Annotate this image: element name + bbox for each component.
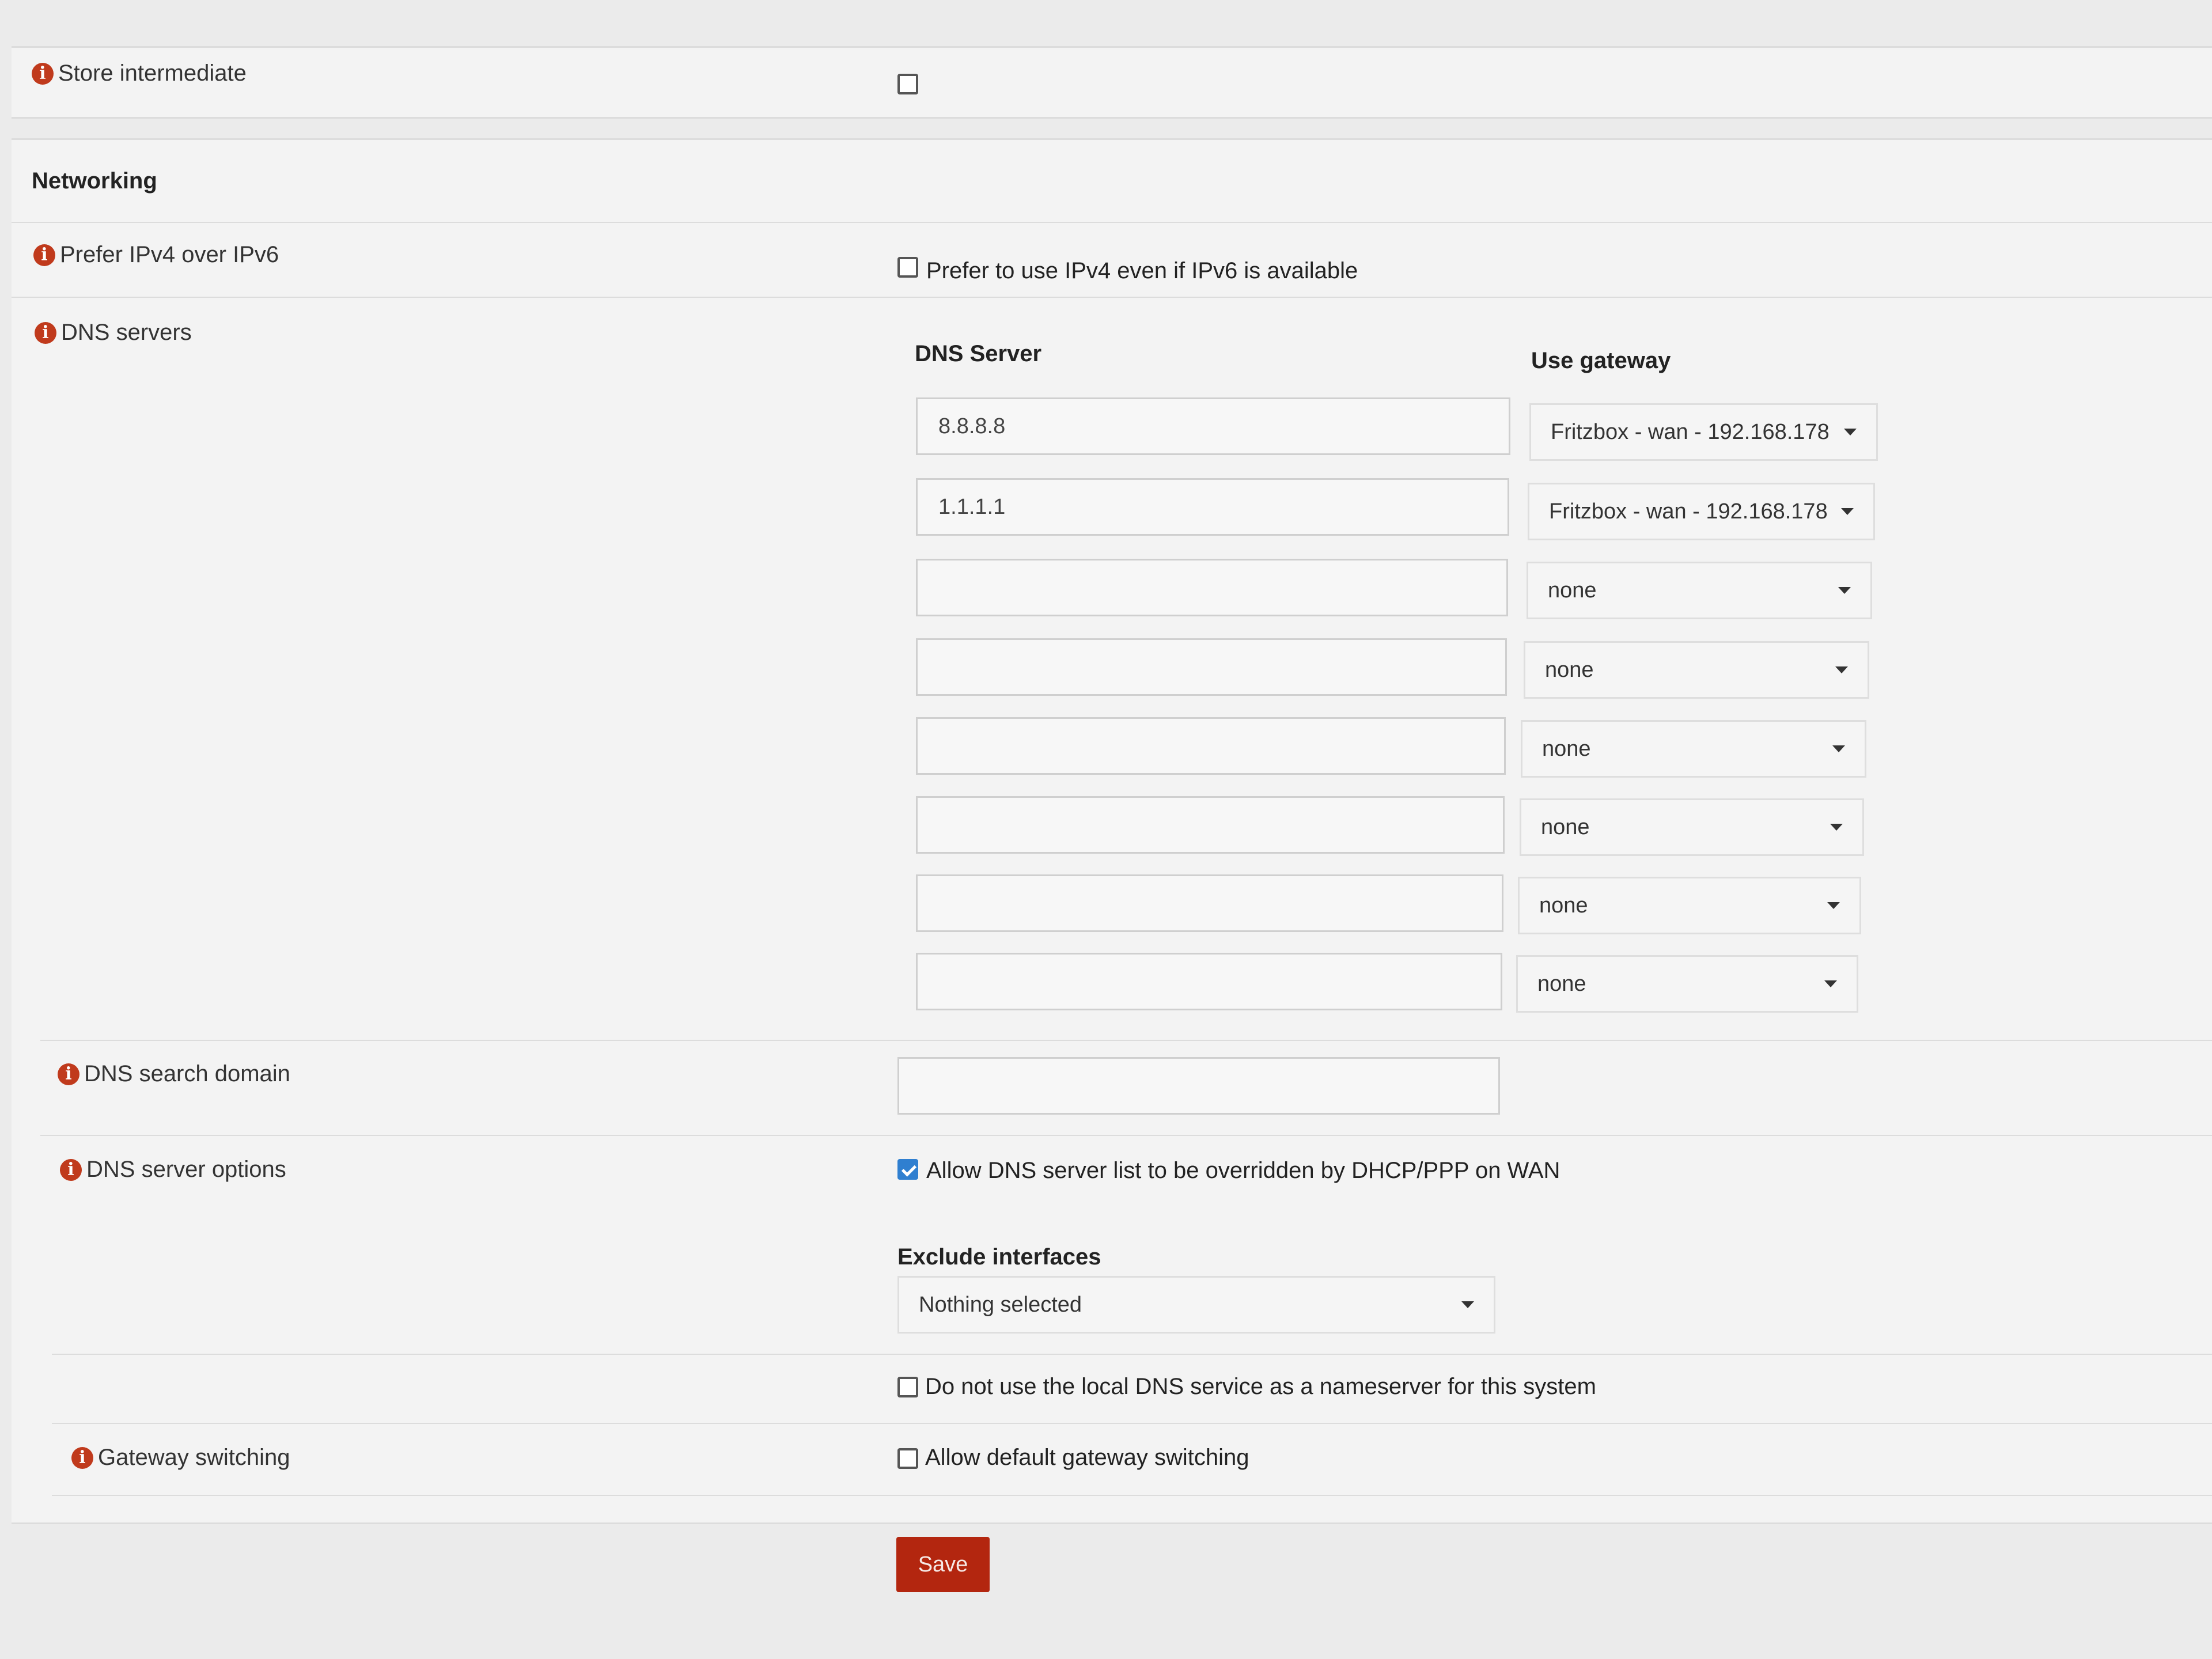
gateway-select-2[interactable]: Fritzbox - wan - 192.168.178 xyxy=(1528,483,1875,540)
gateway-select-1[interactable]: Fritzbox - wan - 192.168.178 xyxy=(1529,403,1878,461)
use-gateway-column-header: Use gateway xyxy=(1531,348,1671,373)
divider xyxy=(12,222,2212,223)
dns-server-input-2[interactable]: 1.1.1.1 xyxy=(916,478,1509,536)
dns-servers-label: i DNS servers xyxy=(35,320,192,346)
chevron-down-icon xyxy=(1841,508,1854,515)
divider xyxy=(40,1040,2212,1041)
gateway-select-value: none xyxy=(1539,893,1588,918)
chevron-down-icon xyxy=(1830,824,1843,831)
exclude-interfaces-value: Nothing selected xyxy=(919,1292,1082,1317)
gateway-select-value: none xyxy=(1537,971,1586,996)
info-icon[interactable]: i xyxy=(33,244,55,266)
chevron-down-icon xyxy=(1835,666,1848,673)
gateway-select-value: none xyxy=(1548,578,1597,603)
gateway-select-value: none xyxy=(1542,736,1591,761)
dns-server-input-7[interactable] xyxy=(916,874,1503,932)
store-intermediate-label: i Store intermediate xyxy=(32,60,247,86)
info-icon[interactable]: i xyxy=(35,321,56,344)
exclude-interfaces-label: Exclude interfaces xyxy=(897,1244,1101,1270)
gateway-select-6[interactable]: none xyxy=(1520,798,1864,856)
gateway-select-8[interactable]: none xyxy=(1516,955,1858,1013)
divider xyxy=(12,297,2212,298)
divider xyxy=(52,1423,2212,1424)
settings-page: i Store intermediate Networking i Prefer… xyxy=(0,0,2212,1659)
dns-search-domain-label: i DNS search domain xyxy=(58,1061,290,1087)
dns-server-column-header: DNS Server xyxy=(915,341,1042,366)
chevron-down-icon xyxy=(1844,429,1857,435)
save-button[interactable]: Save xyxy=(896,1537,990,1592)
dns-server-input-5[interactable] xyxy=(916,717,1506,775)
prefer-ipv4-text: Prefer IPv4 over IPv6 xyxy=(60,242,279,267)
store-intermediate-text: Store intermediate xyxy=(58,60,247,86)
store-intermediate-checkbox[interactable] xyxy=(897,74,918,94)
store-intermediate-row xyxy=(12,46,2212,119)
info-icon[interactable]: i xyxy=(71,1446,93,1469)
chevron-down-icon xyxy=(1832,745,1845,752)
gateway-select-value: none xyxy=(1541,815,1590,839)
no-local-dns-label: Do not use the local DNS service as a na… xyxy=(925,1374,1596,1399)
dns-server-options-text: DNS server options xyxy=(86,1157,286,1182)
exclude-interfaces-select[interactable]: Nothing selected xyxy=(897,1276,1495,1334)
dns-server-input-4[interactable] xyxy=(916,638,1507,696)
gateway-select-7[interactable]: none xyxy=(1518,877,1861,934)
info-icon[interactable]: i xyxy=(58,1063,79,1085)
allow-dns-override-label: Allow DNS server list to be overridden b… xyxy=(926,1158,1560,1183)
allow-dns-override-checkbox[interactable] xyxy=(897,1159,918,1180)
gateway-switching-label: i Gateway switching xyxy=(71,1445,290,1471)
dns-server-input-6[interactable] xyxy=(916,796,1505,854)
gateway-select-3[interactable]: none xyxy=(1527,562,1872,619)
dns-search-domain-text: DNS search domain xyxy=(84,1061,290,1086)
chevron-down-icon xyxy=(1461,1301,1474,1308)
chevron-down-icon xyxy=(1827,902,1840,909)
gateway-select-5[interactable]: none xyxy=(1521,720,1866,778)
gateway-switching-text: Gateway switching xyxy=(98,1445,290,1470)
prefer-ipv4-label: i Prefer IPv4 over IPv6 xyxy=(33,242,279,268)
info-icon[interactable]: i xyxy=(32,62,54,85)
dns-servers-text: DNS servers xyxy=(61,320,192,345)
chevron-down-icon xyxy=(1824,980,1837,987)
networking-section-title: Networking xyxy=(32,168,157,194)
prefer-ipv4-checkbox[interactable] xyxy=(897,257,918,278)
divider xyxy=(52,1495,2212,1496)
chevron-down-icon xyxy=(1838,587,1851,594)
gateway-select-4[interactable]: none xyxy=(1524,641,1869,699)
dns-server-options-label: i DNS server options xyxy=(60,1157,286,1183)
prefer-ipv4-checkbox-label: Prefer to use IPv4 even if IPv6 is avail… xyxy=(926,258,1358,283)
gateway-select-value: none xyxy=(1545,657,1594,682)
divider xyxy=(52,1354,2212,1355)
dns-server-input-1[interactable]: 8.8.8.8 xyxy=(916,397,1510,455)
dns-server-input-8[interactable] xyxy=(916,953,1502,1010)
gateway-switching-checkbox-label: Allow default gateway switching xyxy=(925,1445,1249,1470)
no-local-dns-checkbox[interactable] xyxy=(897,1377,918,1397)
info-icon[interactable]: i xyxy=(60,1158,82,1181)
gateway-switching-checkbox[interactable] xyxy=(897,1448,918,1469)
gateway-select-value: Fritzbox - wan - 192.168.178 xyxy=(1549,499,1828,524)
dns-search-domain-input[interactable] xyxy=(897,1057,1500,1115)
gateway-select-value: Fritzbox - wan - 192.168.178 xyxy=(1551,419,1830,444)
dns-server-input-3[interactable] xyxy=(916,559,1508,616)
divider xyxy=(40,1135,2212,1136)
